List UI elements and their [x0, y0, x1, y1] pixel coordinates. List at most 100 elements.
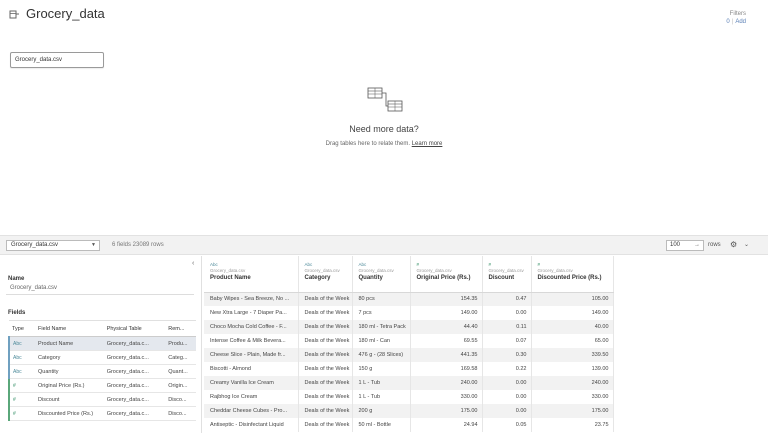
table-cell[interactable]: 1 L - Tub — [352, 390, 411, 404]
table-cell[interactable]: Deals of the Week — [298, 348, 353, 362]
field-name[interactable]: Discount — [35, 392, 104, 407]
table-cell[interactable]: 175.00 — [410, 404, 483, 418]
table-cell[interactable]: Deals of the Week — [298, 334, 353, 348]
table-cell[interactable]: 0.07 — [482, 334, 532, 348]
field-row[interactable]: # Discounted Price (Rs.) Grocery_data.c...… — [7, 406, 196, 421]
field-name[interactable]: Category — [35, 350, 104, 365]
table-cell[interactable]: 240.00 — [531, 376, 614, 390]
column-header-field-name[interactable]: Field Name — [35, 320, 104, 337]
gear-icon[interactable]: ⚙ — [730, 240, 737, 249]
table-cell[interactable]: 24.94 — [410, 418, 483, 432]
chevron-down-icon[interactable]: ⌄ — [744, 241, 749, 248]
table-cell[interactable]: 330.00 — [531, 390, 614, 404]
field-name[interactable]: Original Price (Rs.) — [35, 378, 104, 393]
table-cell[interactable]: 65.00 — [531, 334, 614, 348]
table-cell[interactable]: Choco Mocha Cold Coffee - F... — [204, 320, 299, 334]
table-cell[interactable]: 169.58 — [410, 362, 483, 376]
table-cell[interactable]: Deals of the Week — [298, 320, 353, 334]
field-row[interactable]: # Discount Grocery_data.c... Disco... — [7, 392, 196, 407]
column-field-name[interactable]: Quantity — [359, 275, 406, 281]
column-field-name[interactable]: Discount — [489, 275, 527, 281]
column-field-name[interactable]: Discounted Price (Rs.) — [538, 275, 609, 281]
table-cell[interactable]: Deals of the Week — [298, 404, 353, 418]
table-cell[interactable]: 44.40 — [410, 320, 483, 334]
column-header-type[interactable]: Type — [9, 320, 36, 337]
table-cell[interactable]: 50 ml - Bottle — [352, 418, 411, 432]
table-cell[interactable]: Creamy Vanilla Ice Cream — [204, 376, 299, 390]
table-cell[interactable]: 0.00 — [482, 390, 532, 404]
arrow-right-icon[interactable]: → — [694, 241, 700, 250]
table-cell[interactable]: 240.00 — [410, 376, 483, 390]
table-cell[interactable]: New Xtra Large - 7 Diaper Pa... — [204, 306, 299, 320]
table-cell[interactable]: 149.00 — [531, 306, 614, 320]
field-row[interactable]: # Original Price (Rs.) Grocery_data.c... Or… — [7, 378, 196, 393]
table-cell[interactable]: Rajbhog Ice Cream — [204, 390, 299, 404]
table-cell[interactable]: 180 ml - Tetra Pack — [352, 320, 411, 334]
table-cell[interactable]: Deals of the Week — [298, 418, 353, 432]
column-field-name[interactable]: Category — [305, 275, 348, 281]
table-name-value[interactable]: Grocery_data.csv — [10, 285, 57, 291]
learn-more-link[interactable]: Learn more — [412, 141, 443, 147]
table-cell[interactable]: Cheese Slice - Plain, Made fr... — [204, 348, 299, 362]
table-cell[interactable]: 0.05 — [482, 418, 532, 432]
field-name[interactable]: Quantity — [35, 364, 104, 379]
table-cell[interactable]: Biscotti - Almond — [204, 362, 299, 376]
table-cell[interactable]: 150 g — [352, 362, 411, 376]
table-cell[interactable]: 69.55 — [410, 334, 483, 348]
grid-column-header[interactable]: # Grocery_data.csv Original Price (Rs.) — [410, 256, 483, 293]
grid-column-header[interactable]: # Grocery_data.csv Discount — [482, 256, 532, 293]
table-cell[interactable]: Deals of the Week — [298, 292, 353, 306]
table-cell[interactable]: 40.00 — [531, 320, 614, 334]
table-cell[interactable]: 154.35 — [410, 292, 483, 306]
column-header-physical-table[interactable]: Physical Table — [103, 320, 166, 337]
table-cell[interactable]: 0.47 — [482, 292, 532, 306]
table-cell[interactable]: 0.22 — [482, 362, 532, 376]
grid-column-header[interactable]: Abc Grocery_data.csv Product Name — [204, 256, 299, 293]
table-cell[interactable]: 0.00 — [482, 306, 532, 320]
rows-count-input[interactable]: 100 → — [666, 240, 704, 251]
table-cell[interactable]: Deals of the Week — [298, 306, 353, 320]
column-header-remote[interactable]: Rem... — [165, 320, 196, 337]
table-cell[interactable]: 7 pcs — [352, 306, 411, 320]
table-select-dropdown[interactable]: Grocery_data.csv ▼ — [6, 240, 100, 251]
table-cell[interactable]: 23.75 — [531, 418, 614, 432]
table-cell[interactable]: Cheddar Cheese Cubes - Pro... — [204, 404, 299, 418]
grid-column-header[interactable]: Abc Grocery_data.csv Quantity — [352, 256, 411, 293]
table-cell[interactable]: 0.11 — [482, 320, 532, 334]
field-name[interactable]: Discounted Price (Rs.) — [35, 406, 104, 421]
table-cell[interactable]: 175.00 — [531, 404, 614, 418]
grid-column-header[interactable]: Abc Grocery_data.csv Category — [298, 256, 353, 293]
table-cell[interactable]: Intense Coffee & Milk Bevera... — [204, 334, 299, 348]
table-cell[interactable]: Antiseptic - Disinfectant Liquid — [204, 418, 299, 432]
table-cell[interactable]: 1 L - Tub — [352, 376, 411, 390]
table-cell[interactable]: 330.00 — [410, 390, 483, 404]
collapse-panel-icon[interactable]: ‹ — [192, 260, 194, 267]
table-cell[interactable]: 105.00 — [531, 292, 614, 306]
table-cell[interactable]: Deals of the Week — [298, 362, 353, 376]
field-name[interactable]: Product Name — [35, 336, 104, 351]
table-cell[interactable]: 139.00 — [531, 362, 614, 376]
table-cell[interactable]: 80 pcs — [352, 292, 411, 306]
column-field-name[interactable]: Product Name — [210, 275, 294, 281]
table-cell[interactable]: Deals of the Week — [298, 376, 353, 390]
table-cell[interactable]: Baby Wipes - Sea Breeze, No ... — [204, 292, 299, 306]
table-cell[interactable]: Deals of the Week — [298, 390, 353, 404]
field-row[interactable]: Abc Category Grocery_data.c... Categ... — [7, 350, 196, 365]
column-source: Grocery_data.csv — [416, 268, 452, 273]
table-cell[interactable]: 441.35 — [410, 348, 483, 362]
table-cell[interactable]: 180 ml - Can — [352, 334, 411, 348]
data-source-title[interactable]: Grocery_data — [26, 6, 105, 21]
table-cell[interactable]: 0.00 — [482, 404, 532, 418]
table-cell[interactable]: 200 g — [352, 404, 411, 418]
add-filter-link[interactable]: Add — [735, 19, 746, 25]
table-chip-grocery-data[interactable]: Grocery_data.csv — [10, 52, 104, 68]
field-row[interactable]: Abc Quantity Grocery_data.c... Quant... — [7, 364, 196, 379]
table-cell[interactable]: 339.50 — [531, 348, 614, 362]
table-cell[interactable]: 0.30 — [482, 348, 532, 362]
table-cell[interactable]: 476 g - (28 Slices) — [352, 348, 411, 362]
table-cell[interactable]: 149.00 — [410, 306, 483, 320]
table-cell[interactable]: 0.00 — [482, 376, 532, 390]
column-field-name[interactable]: Original Price (Rs.) — [417, 275, 478, 281]
field-row[interactable]: Abc Product Name Grocery_data.c... Produ... — [7, 336, 196, 351]
grid-column-header[interactable]: # Grocery_data.csv Discounted Price (Rs.) — [531, 256, 614, 293]
